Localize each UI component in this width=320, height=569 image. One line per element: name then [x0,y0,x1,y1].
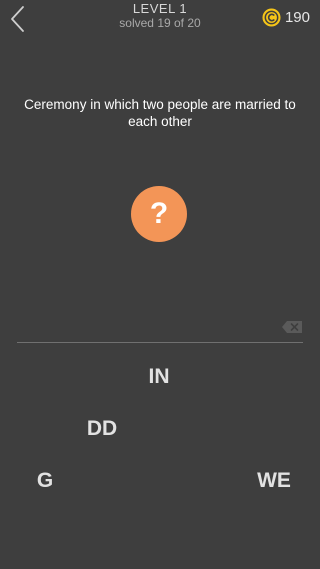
clue-text: Ceremony in which two people are married… [24,97,296,129]
letter-tile[interactable]: G [30,469,60,493]
question-mark-icon: ? [149,197,169,230]
delete-button[interactable] [281,320,303,334]
coin-count: 190 [284,8,310,26]
hint-button[interactable]: ? [131,186,187,242]
coin-icon [262,7,281,27]
letter-tile[interactable]: IN [140,365,178,389]
coin-balance: 190 [262,7,310,27]
letter-tile[interactable]: DD [80,417,124,441]
letter-tile[interactable]: WE [250,469,298,493]
answer-line [17,342,303,343]
backspace-icon [282,321,302,333]
